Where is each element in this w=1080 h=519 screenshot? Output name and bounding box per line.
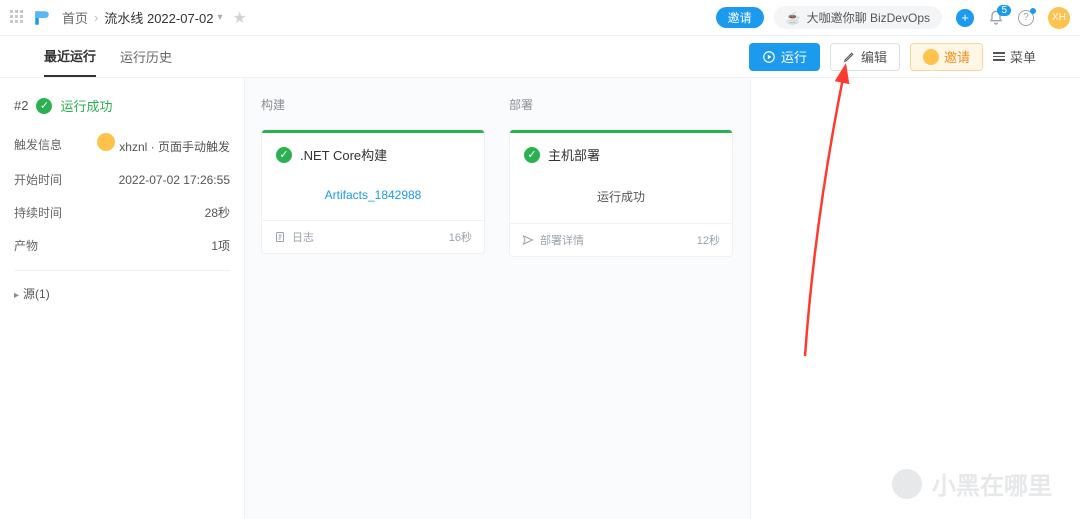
deploy-card-title: 主机部署 [548, 145, 600, 164]
artifact-row: 产物 1项 [14, 237, 230, 254]
build-log-link[interactable]: 日志 [274, 229, 314, 245]
breadcrumb-current[interactable]: 流水线 2022-07-02 ▾ [104, 8, 222, 27]
stage-deploy: 部署 ✓ 主机部署 运行成功 部署详情 12 [509, 96, 733, 257]
wechat-icon [892, 469, 922, 499]
top-bar: 首页 › 流水线 2022-07-02 ▾ ★ 邀请 ☕ 大咖邀你聊 BizDe… [0, 0, 1080, 36]
breadcrumb: 首页 › 流水线 2022-07-02 ▾ [62, 8, 223, 27]
invite-button-label: 邀请 [944, 47, 970, 66]
main-body: #2 ✓ 运行成功 触发信息 xhznl · 页面手动触发 开始时间 2022-… [0, 78, 1080, 519]
watermark-text: 小黑在哪里 [932, 466, 1052, 501]
start-time-row: 开始时间 2022-07-02 17:26:55 [14, 171, 230, 188]
add-button[interactable]: + [956, 9, 974, 27]
right-gutter [750, 78, 1080, 519]
start-time-value: 2022-07-02 17:26:55 [119, 173, 230, 187]
notifications-badge: 5 [997, 5, 1011, 16]
stage-build: 构建 ✓ .NET Core构建 Artifacts_1842988 日志 [261, 96, 485, 257]
invite-button[interactable]: 邀请 [910, 43, 983, 71]
product-logo-icon[interactable] [32, 8, 52, 28]
bizdevops-label: 大咖邀你聊 BizDevOps [807, 9, 930, 26]
trigger-row: 触发信息 xhznl · 页面手动触发 [14, 133, 230, 155]
artifact-label: 产物 [14, 237, 38, 254]
chevron-down-icon: ▾ [217, 12, 222, 23]
trigger-label: 触发信息 [14, 136, 62, 153]
pipeline-canvas: 构建 ✓ .NET Core构建 Artifacts_1842988 日志 [245, 78, 750, 519]
success-check-icon: ✓ [36, 98, 52, 114]
chevron-right-icon: › [94, 10, 98, 25]
duration-row: 持续时间 28秒 [14, 204, 230, 221]
pencil-icon [843, 50, 856, 63]
success-check-icon: ✓ [524, 147, 540, 163]
notifications-button[interactable]: 5 [988, 10, 1004, 26]
divider [14, 270, 230, 271]
tab-run-history[interactable]: 运行历史 [120, 36, 172, 77]
build-artifact-link[interactable]: Artifacts_1842988 [325, 188, 422, 202]
menu-button[interactable]: 菜单 [993, 47, 1036, 66]
artifact-link[interactable]: 1项 [211, 237, 230, 254]
tab-recent-runs[interactable]: 最近运行 [44, 36, 96, 77]
send-icon [522, 234, 534, 246]
source-collapse[interactable]: 源(1) [14, 285, 230, 302]
deploy-duration: 12秒 [697, 232, 720, 248]
edit-button-label: 编辑 [861, 47, 887, 66]
run-status: 运行成功 [60, 96, 112, 115]
log-icon [274, 231, 286, 243]
deploy-card[interactable]: ✓ 主机部署 运行成功 部署详情 12秒 [509, 129, 733, 257]
apps-grid-icon[interactable] [10, 10, 26, 26]
avatar-text: XH [1048, 7, 1070, 29]
bizdevops-pill[interactable]: ☕ 大咖邀你聊 BizDevOps [774, 6, 942, 29]
build-duration: 16秒 [449, 229, 472, 245]
stage-build-title: 构建 [261, 96, 485, 113]
duration-value: 28秒 [205, 204, 230, 221]
invite-pill[interactable]: 邀请 [716, 7, 764, 28]
hamburger-icon [993, 52, 1005, 61]
run-sidebar: #2 ✓ 运行成功 触发信息 xhznl · 页面手动触发 开始时间 2022-… [0, 78, 245, 519]
duration-label: 持续时间 [14, 204, 62, 221]
deploy-detail-label: 部署详情 [540, 232, 584, 248]
breadcrumb-home[interactable]: 首页 [62, 8, 88, 27]
avatar[interactable]: XH [1048, 7, 1070, 29]
menu-button-label: 菜单 [1010, 47, 1036, 66]
deploy-detail-link[interactable]: 部署详情 [522, 232, 584, 248]
build-card[interactable]: ✓ .NET Core构建 Artifacts_1842988 日志 16秒 [261, 129, 485, 254]
start-time-label: 开始时间 [14, 171, 62, 188]
build-log-label: 日志 [292, 229, 314, 245]
avatar-small-icon [923, 49, 939, 65]
help-button[interactable]: ? [1018, 10, 1034, 26]
star-icon[interactable]: ★ [233, 8, 247, 28]
tabs: 最近运行 运行历史 [44, 36, 172, 77]
toolbar: 最近运行 运行历史 运行 编辑 邀请 菜单 [0, 36, 1080, 78]
success-check-icon: ✓ [276, 147, 292, 163]
run-number: #2 [14, 98, 28, 113]
play-circle-icon [762, 50, 776, 64]
coffee-icon: ☕ [786, 11, 801, 25]
run-button-label: 运行 [781, 47, 807, 66]
trigger-avatar-icon [97, 133, 115, 151]
breadcrumb-current-label: 流水线 2022-07-02 [104, 8, 213, 27]
watermark: 小黑在哪里 [892, 466, 1052, 501]
deploy-result: 运行成功 [597, 190, 645, 204]
build-card-title: .NET Core构建 [300, 145, 387, 164]
trigger-value: xhznl · 页面手动触发 [97, 133, 230, 155]
run-button[interactable]: 运行 [749, 43, 820, 71]
run-header: #2 ✓ 运行成功 [14, 96, 230, 115]
stage-deploy-title: 部署 [509, 96, 733, 113]
edit-button[interactable]: 编辑 [830, 43, 900, 71]
